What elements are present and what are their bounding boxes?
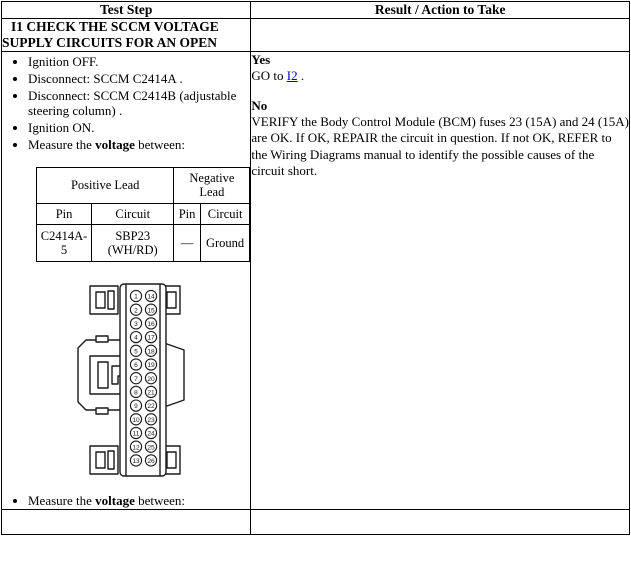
step-title-result-blank <box>250 18 630 52</box>
connector-pin-number-13: 13 <box>132 458 140 465</box>
connector-lower-right-slot <box>166 451 177 469</box>
list-item: Disconnect: SCCM C2414A . <box>28 71 250 87</box>
link-step-i2[interactable]: I2 <box>287 68 298 83</box>
lead-header-pin-positive: Pin <box>35 202 93 226</box>
test-step-list-bottom: Measure the voltage between: <box>2 493 250 509</box>
cell-circuit-negative: Ground <box>199 224 251 263</box>
cell-circuit-positive: SBP23 (WH/RD) <box>91 224 175 263</box>
connector-latch-top-nub <box>95 335 109 343</box>
measure-suffix: between: <box>134 137 186 153</box>
lead-group-header-row: Positive Lead Negative Lead <box>35 167 251 204</box>
connector-upper-left-slot <box>95 291 106 309</box>
goto-text: GO to <box>251 68 287 84</box>
measure-bold-voltage: voltage <box>95 137 135 153</box>
connector-upper-right-slot <box>166 291 177 309</box>
step-title-cell: I1 CHECK THE SCCM VOLTAGE SUPPLY CIRCUIT… <box>0 18 252 52</box>
connector-lower-left-tab <box>107 450 115 470</box>
column-header-test-step: Test Step <box>0 1 252 19</box>
connector-pin-number-15: 15 <box>147 307 155 314</box>
connector-pin-number-3: 3 <box>134 321 138 328</box>
connector-pin-number-14: 14 <box>147 294 155 301</box>
list-item: Disconnect: SCCM C2414B (adjustable stee… <box>28 88 250 120</box>
table-row: C2414A-5 SBP23 (WH/RD) — Ground <box>35 224 251 263</box>
group-header-negative-lead: Negative Lead <box>173 167 251 204</box>
connector-pin-number-26: 26 <box>147 458 155 465</box>
connector-pin-number-7: 7 <box>134 376 138 383</box>
goto-text-after: . <box>297 68 305 84</box>
table-filler-row <box>0 508 630 535</box>
step-title-row: I1 CHECK THE SCCM VOLTAGE SUPPLY CIRCUIT… <box>0 18 630 52</box>
step-title-line-1: I1 CHECK THE SCCM VOLTAGE <box>11 19 219 34</box>
result-no-instruction: VERIFY the Body Control Module (BCM) fus… <box>251 113 629 179</box>
result-yes-instruction: GO to I2 . <box>251 68 629 84</box>
connector-pin-number-23: 23 <box>147 417 155 424</box>
connector-latch-bottom-nub <box>95 407 109 415</box>
filler-cell-left <box>0 508 252 535</box>
connector-pin-number-19: 19 <box>147 362 155 369</box>
connector-pinout-diagram: 1234567891011121314151617181920212223242… <box>77 283 185 477</box>
connector-pin-number-25: 25 <box>147 444 155 451</box>
connector-pin-number-22: 22 <box>147 403 155 410</box>
connector-pin-number-11: 11 <box>133 431 140 438</box>
connector-housing <box>119 283 167 477</box>
cell-pin-positive: C2414A-5 <box>35 224 93 263</box>
lead-header-circuit-positive: Circuit <box>91 202 175 226</box>
cell-pin-negative: — <box>173 224 201 263</box>
lead-header-circuit-negative: Circuit <box>199 202 251 226</box>
circuit-positive-color: (WH/RD) <box>107 243 158 258</box>
list-item-measure-voltage-bottom: Measure the voltage between: <box>28 493 250 509</box>
connector-pin-number-12: 12 <box>132 444 140 451</box>
list-item: Ignition ON. <box>28 120 250 136</box>
connector-pin-number-21: 21 <box>147 390 155 397</box>
result-action-content-cell: Yes GO to I2 . No VERIFY the Body Contro… <box>250 50 630 510</box>
connector-pin-number-18: 18 <box>147 349 155 356</box>
connector-pin-number-8: 8 <box>134 390 138 397</box>
test-step-content-cell: Ignition OFF. Disconnect: SCCM C2414A . … <box>0 50 252 510</box>
connector-pin-number-9: 9 <box>134 403 138 410</box>
connector-upper-left-tab <box>107 290 115 310</box>
connector-pin-number-2: 2 <box>134 307 138 314</box>
connector-diagram-container: 1 2 3 4 5 6 7 8 9 10 11 12 13 14 15 16 17 18 19 20 21 22 23 24 2… <box>2 278 250 487</box>
result-yes-label: Yes <box>251 51 271 67</box>
list-item-measure-voltage: Measure the voltage between: <box>28 137 250 153</box>
lead-measurement-table: Positive Lead Negative Lead Pin Circuit … <box>35 167 251 263</box>
connector-pin-number-17: 17 <box>147 335 155 342</box>
diagnostic-procedure-table: Test Step Result / Action to Take I1 CHE… <box>0 1 630 535</box>
result-spacer <box>251 85 629 98</box>
connector-latch-tongue <box>97 361 109 389</box>
connector-pin-number-6: 6 <box>134 362 138 369</box>
circuit-positive-name: SBP23 <box>115 228 151 243</box>
connector-pin-number-5: 5 <box>134 349 138 356</box>
filler-cell-right <box>250 508 630 535</box>
table-header-row: Test Step Result / Action to Take <box>0 1 630 19</box>
list-item: Ignition OFF. <box>28 54 250 70</box>
column-header-result-action: Result / Action to Take <box>250 1 630 19</box>
measure-prefix: Measure the <box>28 137 96 153</box>
connector-pin-number-24: 24 <box>147 431 155 438</box>
result-no-label: No <box>251 97 268 113</box>
connector-pin-number-20: 20 <box>147 376 155 383</box>
measure-suffix-bottom: between: <box>134 493 186 509</box>
lead-header-pin-negative: Pin <box>173 202 201 226</box>
group-header-positive-lead: Positive Lead <box>35 167 175 204</box>
step-title-line-2: SUPPLY CIRCUITS FOR AN OPEN <box>2 34 218 50</box>
connector-pin-number-1: 1 <box>134 294 138 301</box>
test-step-list: Ignition OFF. Disconnect: SCCM C2414A . … <box>2 54 250 153</box>
connector-pin-number-4: 4 <box>134 335 138 342</box>
connector-lower-left-slot <box>95 451 106 469</box>
step-content-row: Ignition OFF. Disconnect: SCCM C2414A . … <box>0 50 630 510</box>
measure-bold-voltage-bottom: voltage <box>95 493 135 509</box>
connector-pin-number-16: 16 <box>147 321 155 328</box>
lead-column-header-row: Pin Circuit Pin Circuit <box>35 202 251 226</box>
measure-prefix-bottom: Measure the <box>28 493 96 509</box>
connector-pin-number-10: 10 <box>132 417 140 424</box>
